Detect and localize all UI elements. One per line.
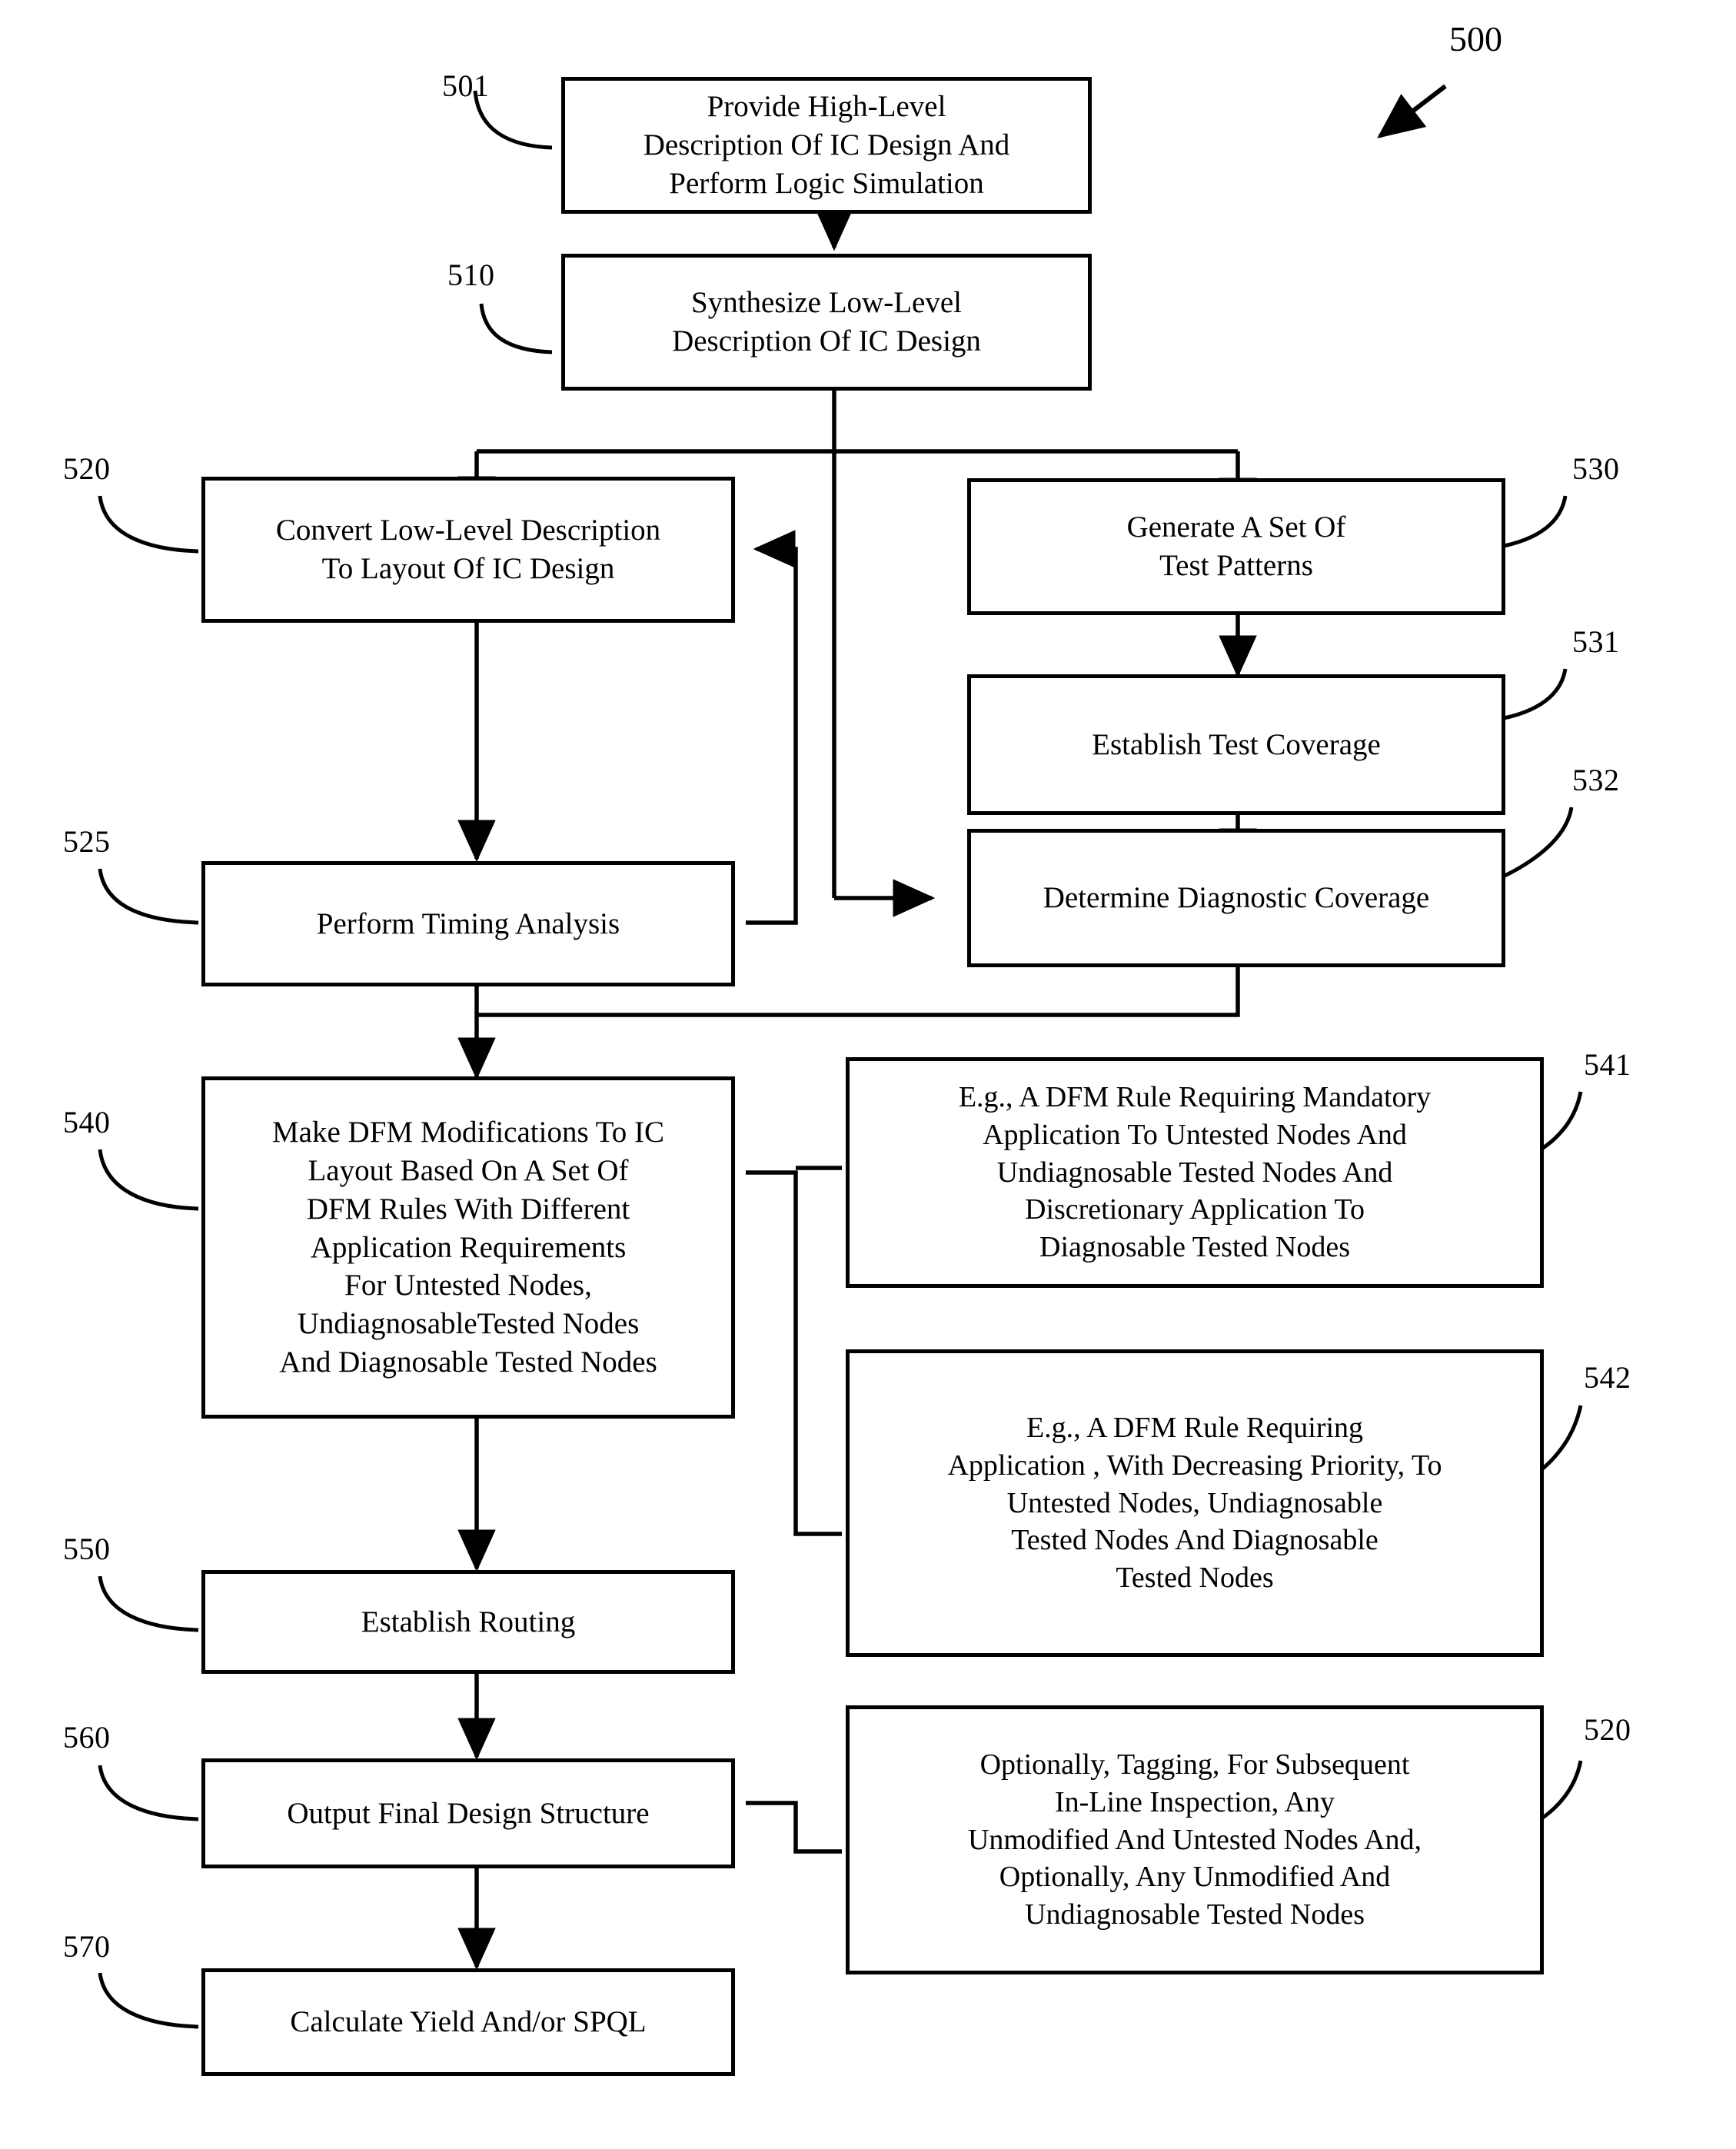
- leader-520: [98, 495, 199, 554]
- ref-530: 530: [1572, 451, 1620, 486]
- ref-520: 520: [63, 451, 111, 486]
- node-dfm-rule-decreasing-priority[interactable]: E.g., A DFM Rule Requiring Application ,…: [846, 1349, 1544, 1657]
- edge-525-feedback-520: [746, 530, 798, 925]
- node-label: E.g., A DFM Rule Requiring Mandatory App…: [958, 1081, 1432, 1263]
- node-label: Optionally, Tagging, For Subsequent In-L…: [967, 1748, 1422, 1931]
- ref-541: 541: [1584, 1047, 1631, 1082]
- node-dfm-rule-mandatory-application[interactable]: E.g., A DFM Rule Requiring Mandatory App…: [846, 1057, 1544, 1288]
- ref-532: 532: [1572, 763, 1620, 797]
- figure-leader-arrow: [1377, 84, 1447, 138]
- node-synthesize-low-level-description[interactable]: Synthesize Low-Level Description Of IC D…: [561, 254, 1092, 391]
- node-perform-timing-analysis[interactable]: Perform Timing Analysis: [201, 861, 735, 986]
- ref-501: 501: [442, 68, 490, 103]
- node-label: Synthesize Low-Level Description Of IC D…: [672, 286, 981, 358]
- node-make-dfm-modifications[interactable]: Make DFM Modifications To IC Layout Base…: [201, 1076, 735, 1419]
- leader-510: [479, 303, 553, 354]
- node-label: Generate A Set Of Test Patterns: [1126, 511, 1346, 582]
- ref-570: 570: [63, 1929, 111, 1964]
- leader-540: [98, 1149, 199, 1211]
- ref-520b: 520: [1584, 1712, 1631, 1747]
- node-label: Establish Routing: [361, 1605, 576, 1638]
- node-label: Perform Timing Analysis: [316, 907, 620, 940]
- ref-542: 542: [1584, 1360, 1631, 1395]
- node-output-final-design-structure[interactable]: Output Final Design Structure: [201, 1758, 735, 1868]
- node-convert-low-level-to-layout[interactable]: Convert Low-Level Description To Layout …: [201, 477, 735, 623]
- node-establish-routing[interactable]: Establish Routing: [201, 1570, 735, 1674]
- node-label: Make DFM Modifications To IC Layout Base…: [271, 1115, 665, 1379]
- node-optionally-tagging-nodes[interactable]: Optionally, Tagging, For Subsequent In-L…: [846, 1705, 1544, 1974]
- edge-540-542: [746, 1170, 842, 1536]
- ref-540: 540: [63, 1105, 111, 1139]
- node-provide-high-level-description[interactable]: Provide High-Level Description Of IC Des…: [561, 77, 1092, 214]
- node-determine-diagnostic-coverage[interactable]: Determine Diagnostic Coverage: [967, 829, 1505, 967]
- leader-550: [98, 1575, 199, 1632]
- ref-510: 510: [447, 258, 495, 292]
- leader-525: [98, 868, 199, 925]
- ref-550: 550: [63, 1532, 111, 1566]
- node-label: Determine Diagnostic Coverage: [1043, 881, 1430, 915]
- ref-525: 525: [63, 824, 111, 859]
- leader-570: [98, 1972, 199, 2029]
- ref-531: 531: [1572, 624, 1620, 659]
- node-label: Output Final Design Structure: [287, 1796, 650, 1830]
- node-label: Calculate Yield And/or SPQL: [290, 2005, 647, 2039]
- node-calculate-yield-spql[interactable]: Calculate Yield And/or SPQL: [201, 1968, 735, 2076]
- figure-number: 500: [1449, 19, 1502, 58]
- node-generate-test-patterns[interactable]: Generate A Set Of Test Patterns: [967, 478, 1505, 615]
- node-label: Convert Low-Level Description To Layout …: [275, 514, 661, 585]
- ref-560: 560: [63, 1720, 111, 1755]
- leader-560: [98, 1765, 199, 1821]
- node-establish-test-coverage[interactable]: Establish Test Coverage: [967, 674, 1505, 815]
- node-label: Provide High-Level Description Of IC Des…: [643, 90, 1010, 200]
- node-label: E.g., A DFM Rule Requiring Application ,…: [947, 1412, 1442, 1594]
- node-label: Establish Test Coverage: [1092, 727, 1381, 761]
- edge-560-520b: [746, 1801, 842, 1854]
- figure-canvas: 500 Provide High-Level Description Of IC…: [0, 0, 1736, 2149]
